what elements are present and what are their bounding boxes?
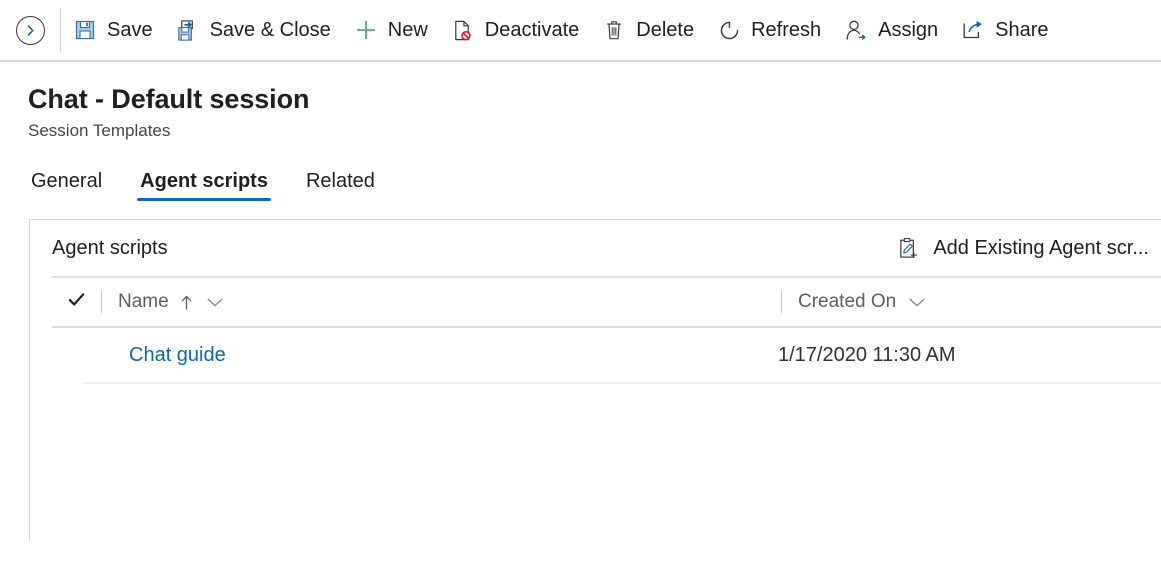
deactivate-button[interactable]: Deactivate [439,0,591,61]
tab-related[interactable]: Related [303,171,378,201]
share-button[interactable]: Share [949,0,1059,61]
save-and-close-icon [175,17,201,43]
delete-button-label: Delete [636,19,695,41]
agent-scripts-card: Agent scripts Add Existing Agent scr... [29,219,1161,542]
refresh-button-label: Refresh [751,19,822,41]
tab-related-label: Related [305,170,375,193]
column-header-name-menu-chevron-down-icon[interactable] [206,296,224,308]
table-row[interactable]: Chat guide 1/17/2020 11:30 AM [82,328,1161,385]
deactivate-button-label: Deactivate [484,19,580,41]
agent-scripts-card-title: Agent scripts [52,237,168,260]
back-button[interactable] [0,0,60,61]
deactivate-icon [450,17,476,43]
clipboard-add-icon [895,235,921,261]
new-button[interactable]: New [342,0,439,61]
assign-button-label: Assign [878,19,939,41]
add-existing-agent-script-label: Add Existing Agent scr... [933,236,1149,259]
row-name-link[interactable]: Chat guide [129,344,226,366]
assign-button[interactable]: Assign [832,0,949,61]
tab-agent-scripts[interactable]: Agent scripts [137,170,271,202]
assign-person-icon [843,17,869,43]
save-and-close-button-label: Save & Close [209,19,331,41]
refresh-button[interactable]: Refresh [705,0,832,61]
tab-general-label: General [31,170,103,193]
grid-empty-space [52,384,1161,504]
page-header: Chat - Default session Session Templates [0,62,1161,141]
agent-scripts-card-header: Agent scripts Add Existing Agent scr... [30,220,1161,276]
plus-icon [353,17,379,43]
cell-created-on: 1/17/2020 11:30 AM [778,343,956,366]
tab-agent-scripts-label: Agent scripts [140,170,268,193]
column-header-name[interactable]: Name [102,278,781,326]
add-existing-agent-script-button[interactable]: Add Existing Agent scr... [889,229,1161,267]
checkmark-icon [67,290,86,314]
share-button-label: Share [995,19,1049,41]
delete-button[interactable]: Delete [590,0,705,61]
tab-general[interactable]: General [28,171,105,201]
save-button[interactable]: Save [61,0,164,61]
column-header-created-on[interactable]: Created On [782,278,1161,326]
cell-name: Chat guide [101,344,764,367]
tab-list: General Agent scripts Related [28,159,1161,202]
chevron-right-circle-icon [15,15,45,45]
grid-header-row: Name Created On [52,276,1161,329]
command-bar: Save Save & Close New Deactivate Delete … [0,0,1161,62]
refresh-icon [716,17,742,43]
column-header-created-on-label: Created On [798,291,897,313]
agent-scripts-grid: Name Created On Chat guide 1/17/2020 11:… [30,276,1161,504]
column-header-created-on-menu-chevron-down-icon[interactable] [908,296,926,308]
arrow-up-icon [179,294,194,311]
page-title: Chat - Default session [28,84,310,114]
trash-icon [601,17,627,43]
save-floppy-icon [72,17,98,43]
share-icon [960,17,986,43]
column-header-name-label: Name [118,291,169,313]
save-and-close-button[interactable]: Save & Close [164,0,342,61]
new-button-label: New [387,19,428,41]
select-all-checkbox[interactable] [52,290,101,314]
save-button-label: Save [107,19,153,41]
entity-type-label: Session Templates [28,121,171,141]
